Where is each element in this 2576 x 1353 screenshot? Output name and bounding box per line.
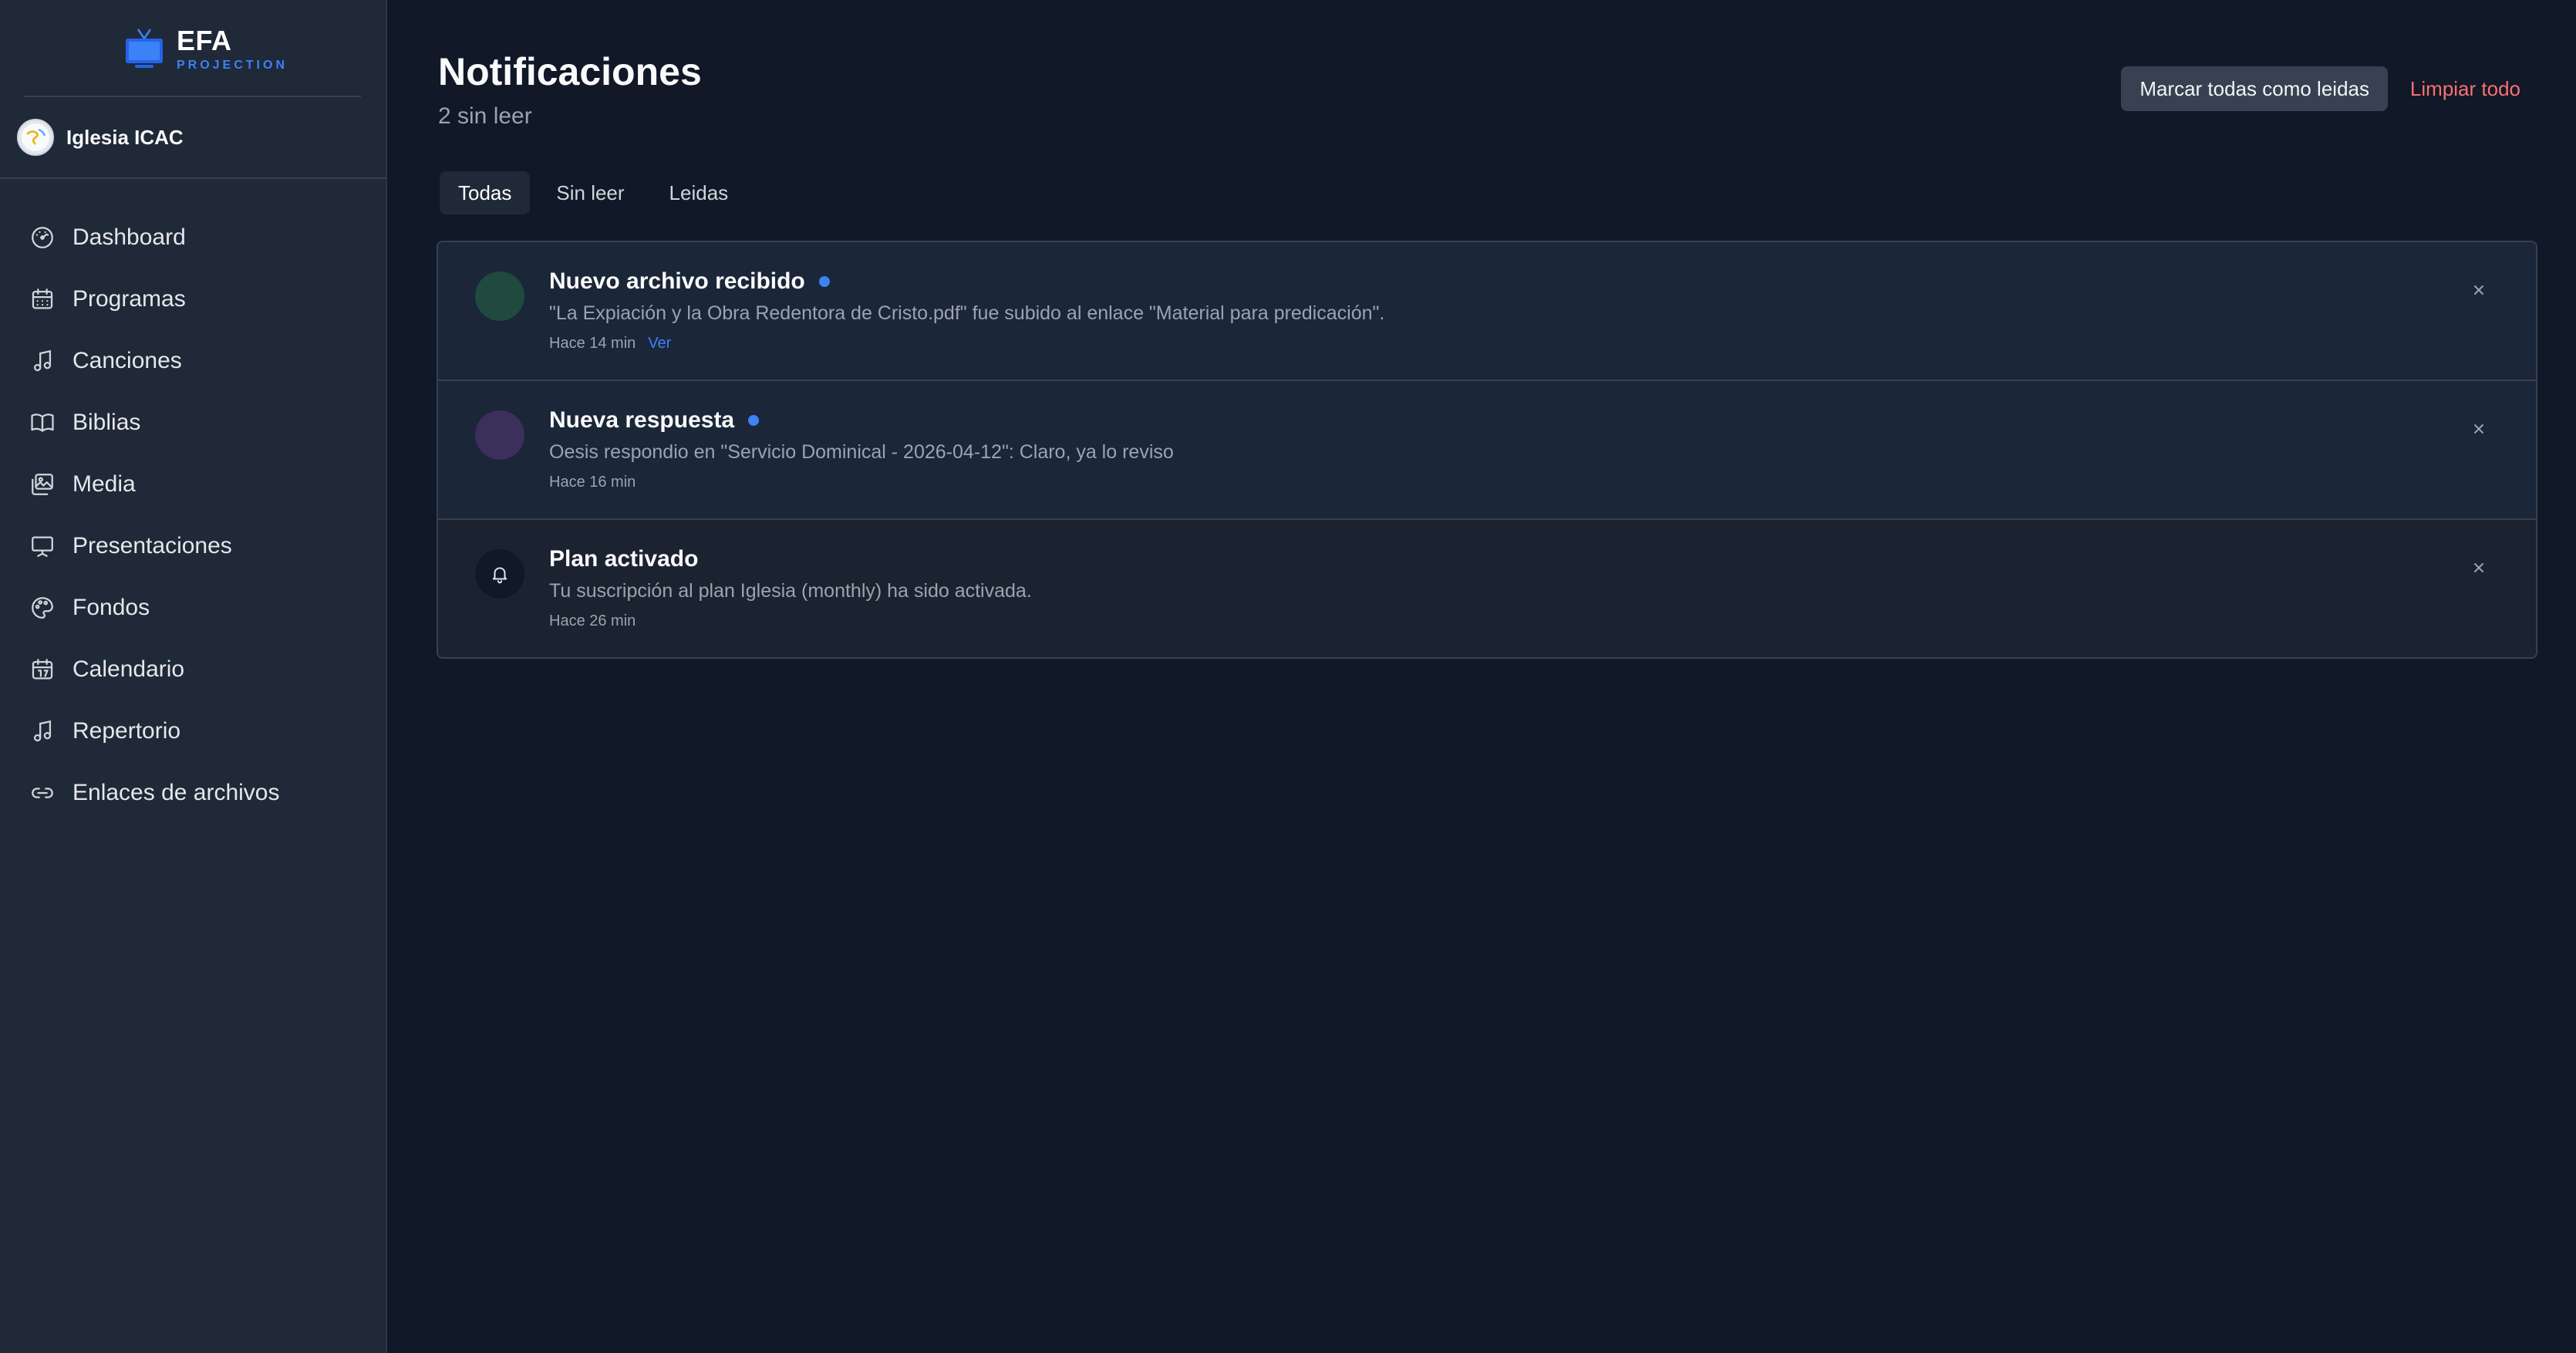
org-avatar [17,119,54,156]
notification-title: Plan activado [549,546,699,572]
notification-list: Nuevo archivo recibido "La Expiación y l… [437,241,2537,659]
sidebar-item-label: Calendario [72,656,185,682]
sidebar-item-label: Fondos [72,595,150,620]
notification-title-row: Nueva respuesta [549,407,760,434]
brand-name: EFA [176,25,232,56]
sidebar-item-label: Biblias [72,410,141,435]
notification-item[interactable]: Plan activado Tu suscripción al plan Igl… [438,520,2536,657]
sidebar-item-label: Repertorio [72,718,181,744]
org-switcher[interactable]: Iglesia ICAC [0,97,386,179]
notification-meta: Hace 16 min [549,474,636,491]
brand[interactable]: EFA PROJECTION [25,0,361,97]
sidebar-item-label: Programas [72,286,186,312]
notification-title-row: Plan activado [549,546,698,572]
close-icon [2474,285,2483,295]
globe-icon [22,123,49,151]
sidebar-nav: Dashboard Programas Canciones Biblias Me… [0,179,386,824]
notification-title-row: Nuevo archivo recibido [549,268,830,295]
book-icon [31,413,54,432]
dismiss-button[interactable] [2468,418,2490,440]
filter-tabs: Todas Sin leer Leidas [440,171,2537,214]
sidebar-item-media[interactable]: Media [0,454,386,515]
sidebar-item-biblias[interactable]: Biblias [0,392,386,454]
close-icon [2474,424,2483,434]
palette-icon [32,597,53,619]
org-name: Iglesia ICAC [66,125,184,149]
view-link[interactable]: Ver [648,335,671,353]
notification-meta: Hace 14 min Ver [549,335,671,353]
file-notification-icon [475,272,524,321]
reply-notification-icon [475,410,524,460]
notification-time: Hace 16 min [549,474,636,491]
sidebar-item-label: Enlaces de archivos [72,780,280,805]
sidebar-item-repertorio[interactable]: Repertorio [0,700,386,762]
presentation-icon [32,536,53,557]
brand-inner: EFA PROJECTION [121,26,288,73]
sidebar-item-calendario[interactable]: Calendario [0,639,386,700]
dismiss-button[interactable] [2468,557,2490,579]
tab-sin-leer[interactable]: Sin leer [538,171,642,214]
notification-body: Tu suscripción al plan Iglesia (monthly)… [549,580,1032,602]
main-content: Notificaciones 2 sin leer Marcar todas c… [387,0,2576,1353]
notification-body: "La Expiación y la Obra Redentora de Cri… [549,302,1385,324]
mark-all-read-button[interactable]: Marcar todas como leidas [2121,66,2388,111]
notification-time: Hace 14 min [549,335,636,352]
notification-title: Nueva respuesta [549,407,735,433]
sidebar-item-programas[interactable]: Programas [0,268,386,330]
unread-count: 2 sin leer [438,103,532,129]
page-header: Notificaciones 2 sin leer Marcar todas c… [437,0,2537,154]
bell-icon [475,549,524,599]
music-note-icon [33,349,52,372]
tab-leidas[interactable]: Leidas [651,171,747,214]
brand-subtitle: PROJECTION [176,59,288,72]
close-icon [2474,563,2483,572]
images-icon [32,474,53,495]
notification-time: Hace 26 min [549,612,636,629]
sidebar-item-dashboard[interactable]: Dashboard [0,207,386,268]
notification-item[interactable]: Nueva respuesta Oesis respondio en "Serv… [438,381,2536,520]
unread-dot-icon [818,276,830,287]
dismiss-button[interactable] [2468,279,2490,301]
app-root: EFA PROJECTION Iglesia ICAC Dashboard Pr… [0,0,2576,1353]
notification-item[interactable]: Nuevo archivo recibido "La Expiación y l… [438,242,2536,381]
sidebar-item-presentaciones[interactable]: Presentaciones [0,515,386,577]
page-title: Notificaciones [438,50,702,93]
sidebar-item-label: Media [72,471,136,497]
notification-body: Oesis respondio en "Servicio Dominical -… [549,441,1174,463]
tv-logo-icon [125,29,163,68]
sidebar-item-label: Canciones [72,348,182,373]
sidebar-item-label: Presentaciones [72,533,232,558]
brand-text: EFA PROJECTION [177,27,288,72]
clear-all-button[interactable]: Limpiar todo [2410,66,2520,111]
gauge-icon [32,227,53,248]
calendar-icon [32,659,53,680]
notification-meta: Hace 26 min [549,612,636,630]
music-note-icon [33,720,52,742]
sidebar-item-canciones[interactable]: Canciones [0,330,386,392]
tab-todas[interactable]: Todas [440,171,531,214]
sidebar-item-label: Dashboard [72,224,186,250]
notification-title: Nuevo archivo recibido [549,268,805,294]
sidebar-item-enlaces[interactable]: Enlaces de archivos [0,762,386,824]
sidebar-item-fondos[interactable]: Fondos [0,577,386,639]
unread-dot-icon [748,415,760,426]
sidebar: EFA PROJECTION Iglesia ICAC Dashboard Pr… [0,0,387,1353]
calendar-grid-icon [32,288,53,309]
link-icon [32,788,53,798]
